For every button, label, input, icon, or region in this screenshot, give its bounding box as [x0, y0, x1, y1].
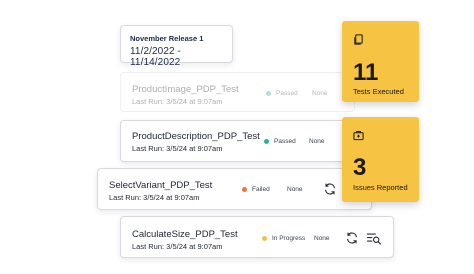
issues-reported-card: 3 Issues Reported [342, 117, 419, 202]
status-dot [242, 187, 247, 192]
status-dot [264, 139, 269, 144]
rerun-icon[interactable] [323, 182, 337, 196]
document-icon [353, 32, 364, 45]
test-name: ProductDescription_PDP_Test [132, 131, 260, 142]
test-card-product-description[interactable]: ProductDescription_PDP_Test Last Run: 3/… [120, 120, 355, 162]
release-title: November Release 1 [130, 34, 204, 43]
status-label: Failed [252, 186, 270, 193]
briefcase-icon [353, 128, 364, 141]
status-badge: Passed [264, 138, 296, 145]
test-last-run: Last Run: 3/5/24 at 9:07am [132, 242, 223, 251]
issues-reported-value: 3 [353, 154, 367, 181]
status-label: Passed [274, 138, 296, 145]
status-badge: In Progress [262, 235, 305, 242]
status-badge: Failed [242, 186, 270, 193]
status-label: Passed [276, 90, 298, 97]
assignee: None [309, 138, 325, 145]
release-dates: 11/2/2022 - 11/14/2022 [130, 46, 181, 68]
assignee: None [287, 186, 303, 193]
test-name: SelectVariant_PDP_Test [109, 180, 213, 191]
list-search-icon[interactable] [366, 231, 382, 245]
test-last-run: Last Run: 3/5/24 at 9:07am [109, 193, 200, 202]
test-last-run: Last Run: 3/5/24 at 9:07am [132, 97, 223, 106]
tests-executed-value: 11 [353, 59, 379, 86]
assignee: None [312, 90, 328, 97]
test-last-run: Last Run: 3/5/24 at 9:07am [132, 144, 223, 153]
test-card-calculate-size[interactable]: CalculateSize_PDP_Test Last Run: 3/5/24 … [120, 216, 394, 258]
test-name: CalculateSize_PDP_Test [132, 229, 238, 240]
tests-executed-label: Tests Executed [353, 87, 404, 96]
release-card[interactable]: November Release 1 11/2/2022 - 11/14/202… [120, 25, 233, 68]
rerun-icon[interactable] [345, 231, 359, 245]
tests-executed-card: 11 Tests Executed [342, 21, 419, 102]
issues-reported-label: Issues Reported [353, 183, 408, 192]
test-card-select-variant[interactable]: SelectVariant_PDP_Test Last Run: 3/5/24 … [97, 168, 372, 210]
test-name: ProductImage_PDP_Test [132, 84, 239, 95]
status-badge: Passed [266, 90, 298, 97]
status-label: In Progress [272, 235, 306, 242]
assignee: None [314, 235, 330, 242]
test-card-product-image[interactable]: ProductImage_PDP_Test Last Run: 3/5/24 a… [120, 72, 355, 112]
status-dot [266, 91, 271, 96]
status-dot [262, 236, 267, 241]
